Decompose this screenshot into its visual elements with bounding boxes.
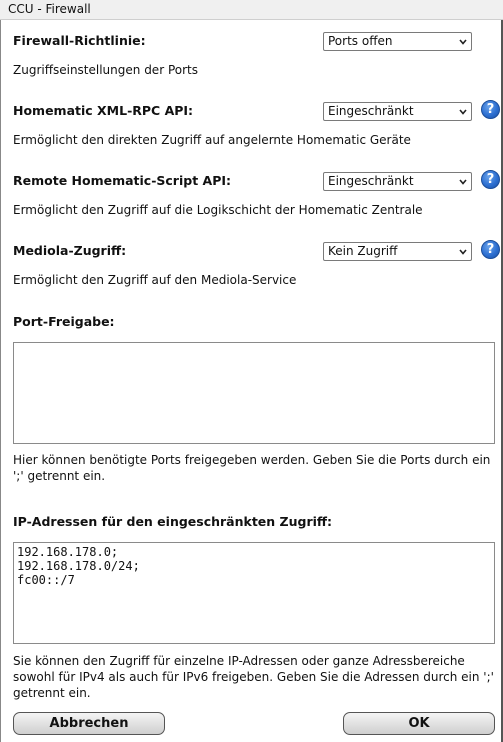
script-api-value: Eingeschränkt (328, 174, 414, 188)
chevron-down-icon (459, 39, 467, 45)
xmlrpc-api-description: Ermöglicht den direkten Zugriff auf ange… (13, 133, 411, 147)
mediola-select[interactable]: Kein Zugriff (323, 242, 472, 261)
port-release-label: Port-Freigabe: (13, 314, 115, 329)
firewall-policy-label: Firewall-Richtlinie: (13, 33, 146, 48)
mediola-value: Kein Zugriff (328, 244, 398, 258)
port-release-description: Hier können benötigte Ports freigegeben … (13, 453, 491, 483)
mediola-label: Mediola-Zugriff: (13, 243, 127, 258)
help-icon[interactable]: ? (481, 170, 500, 189)
mediola-description: Ermöglicht den Zugriff auf den Mediola-S… (13, 273, 297, 287)
firewall-policy-select[interactable]: Ports offen (323, 32, 472, 51)
script-api-label: Remote Homematic-Script API: (13, 173, 232, 188)
xmlrpc-api-select[interactable]: Eingeschränkt (323, 102, 472, 121)
port-release-textarea[interactable] (13, 342, 495, 444)
ip-restricted-textarea[interactable]: 192.168.178.0; 192.168.178.0/24; fc00::/… (13, 542, 495, 644)
xmlrpc-api-value: Eingeschränkt (328, 104, 414, 118)
firewall-policy-value: Ports offen (328, 34, 393, 48)
ip-restricted-label: IP-Adressen für den eingeschränkten Zugr… (13, 514, 333, 529)
ok-button[interactable]: OK (343, 712, 495, 735)
window-title: CCU - Firewall (0, 0, 503, 20)
script-api-description: Ermöglicht den Zugriff auf die Logikschi… (13, 203, 423, 217)
xmlrpc-api-label: Homematic XML-RPC API: (13, 103, 194, 118)
chevron-down-icon (459, 249, 467, 255)
script-api-select[interactable]: Eingeschränkt (323, 172, 472, 191)
chevron-down-icon (459, 109, 467, 115)
ip-restricted-description: Sie können den Zugriff für einzelne IP-A… (13, 654, 494, 700)
help-icon[interactable]: ? (481, 240, 500, 259)
cancel-button[interactable]: Abbrechen (13, 712, 165, 735)
chevron-down-icon (459, 179, 467, 185)
firewall-policy-description: Zugriffseinstellungen der Ports (13, 63, 198, 77)
help-icon[interactable]: ? (481, 100, 500, 119)
